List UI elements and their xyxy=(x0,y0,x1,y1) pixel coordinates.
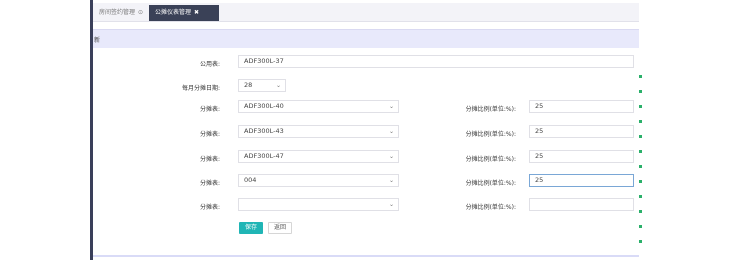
ratio-input[interactable]: 25 xyxy=(529,150,634,163)
ratio-input[interactable]: 25 xyxy=(529,125,634,138)
tab-label: 房间签约管理 xyxy=(99,9,136,16)
close-icon[interactable]: ✖ xyxy=(194,9,199,16)
page-title: 新 xyxy=(94,37,101,44)
tab-bar: 房间签约管理 ⊙ 公摊仪表管理 ✖ xyxy=(93,3,639,22)
right-scroll-indicator xyxy=(639,0,645,260)
share-meter-value: ADF300L-47 xyxy=(244,152,284,160)
share-meter-select[interactable]: ⌄ xyxy=(238,198,399,211)
chevron-down-icon: ⌄ xyxy=(275,82,281,89)
share-meter-label: 分摊表: xyxy=(199,204,220,211)
share-meter-value: ADF300L-43 xyxy=(244,127,284,135)
share-meter-select[interactable]: ADF300L-47 ⌄ xyxy=(238,150,399,163)
ratio-input[interactable]: 25 xyxy=(529,174,634,187)
day-label: 每月分摊日期: xyxy=(181,85,220,92)
ratio-input[interactable] xyxy=(529,198,634,211)
chevron-down-icon: ⌄ xyxy=(388,177,394,184)
tab-label: 公摊仪表管理 xyxy=(155,9,192,16)
day-select[interactable]: 28 ⌄ xyxy=(238,79,286,92)
share-meter-select[interactable]: ADF300L-43 ⌄ xyxy=(238,125,399,138)
ratio-input[interactable]: 25 xyxy=(529,100,634,113)
chevron-down-icon: ⌄ xyxy=(388,153,394,160)
back-button[interactable]: 返回 xyxy=(268,222,292,234)
share-meter-label: 分摊表: xyxy=(199,131,220,138)
share-meter-label: 分摊表: xyxy=(199,106,220,113)
ratio-label: 分摊比例(单位:%): xyxy=(465,204,516,211)
share-meter-value: 004 xyxy=(244,176,257,184)
ratio-label: 分摊比例(单位:%): xyxy=(465,180,516,187)
ratio-label: 分摊比例(单位:%): xyxy=(465,156,516,163)
tab-room-contract[interactable]: 房间签约管理 ⊙ xyxy=(93,5,157,21)
footer-divider xyxy=(93,255,639,257)
ratio-label: 分摊比例(单位:%): xyxy=(465,106,516,113)
tab-shared-meter[interactable]: 公摊仪表管理 ✖ xyxy=(149,5,219,21)
save-button[interactable]: 保存 xyxy=(239,222,263,234)
chevron-down-icon: ⌄ xyxy=(388,103,394,110)
share-meter-label: 分摊表: xyxy=(199,156,220,163)
meter-label: 公用表: xyxy=(199,61,220,68)
page-header: 新 xyxy=(93,29,639,48)
close-icon[interactable]: ⊙ xyxy=(138,9,143,16)
day-value: 28 xyxy=(244,81,253,89)
chevron-down-icon: ⌄ xyxy=(388,201,394,208)
share-meter-select[interactable]: ADF300L-40 ⌄ xyxy=(238,100,399,113)
chevron-down-icon: ⌄ xyxy=(388,128,394,135)
share-meter-value: ADF300L-40 xyxy=(244,102,284,110)
share-meter-select[interactable]: 004 ⌄ xyxy=(238,174,399,187)
ratio-label: 分摊比例(单位:%): xyxy=(465,131,516,138)
share-meter-label: 分摊表: xyxy=(199,180,220,187)
meter-input[interactable]: ADF300L-37 xyxy=(238,55,634,68)
